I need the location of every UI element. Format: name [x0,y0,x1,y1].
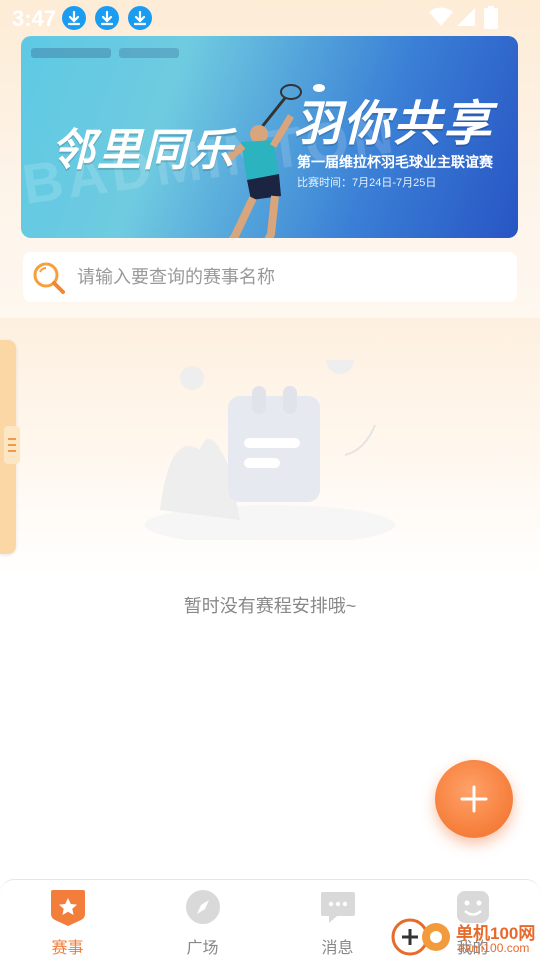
download-notification-icon [62,6,86,30]
download-notification-icon [128,6,152,30]
search-input[interactable] [77,252,497,302]
search-icon [33,262,65,294]
banner-title-right: 羽你共享 [293,98,494,151]
banner-title-left: 邻里同乐 [51,126,235,175]
tab-plaza-label: 广场 [186,940,219,957]
search-bar[interactable] [23,252,517,302]
status-bar: 3:47 [0,0,540,36]
tab-plaza[interactable]: 广场 [135,880,270,961]
empty-notebook-illustration [145,360,395,540]
banner-subtitle: 第一届维拉杯羽毛球业主联谊赛 [297,154,493,170]
wifi-icon [429,7,453,26]
compass-icon [186,890,220,924]
promo-banner[interactable]: BADMINTON 邻里同乐 羽你共享 第一届维拉杯羽毛球业主联谊赛 比赛时间：… [21,36,518,238]
watermark-url: danji100.com [458,941,530,955]
watermark-logo-icon [391,918,450,956]
download-notification-icon [95,6,119,30]
tab-events-label: 赛事 [51,940,84,957]
tab-messages-label: 消息 [321,940,354,957]
chat-bubble-icon [321,892,355,923]
banner-date: 比赛时间：7月24日-7月25日 [297,177,437,189]
plus-icon [460,785,488,813]
site-watermark: 单机100网 danji100.com [390,915,540,960]
signal-icon [457,8,475,26]
add-event-button[interactable] [435,760,513,838]
tab-events[interactable]: 赛事 [0,880,135,961]
banner-logo [31,44,181,69]
status-time: 3:47 [12,6,57,31]
drawer-handle-icon[interactable] [4,426,20,464]
tab-messages[interactable]: 消息 [270,880,405,961]
star-badge-icon [51,890,85,926]
battery-icon [484,6,498,29]
empty-state-message: 暂时没有赛程安排哦~ [183,596,357,616]
